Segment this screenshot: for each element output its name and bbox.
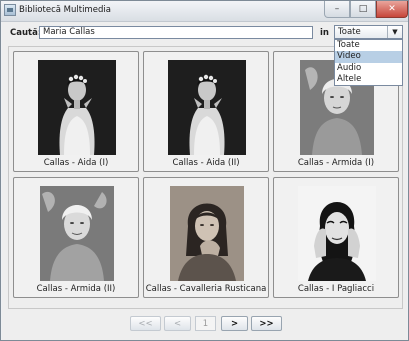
- scope-select-value: Toate: [338, 27, 361, 37]
- scope-select[interactable]: Toate ▼: [334, 25, 403, 39]
- media-thumbnail: [40, 186, 114, 281]
- minimize-button[interactable]: –: [324, 1, 350, 18]
- media-item[interactable]: Callas - Aida (I): [13, 51, 139, 172]
- current-page-indicator: 1: [195, 316, 216, 331]
- media-item[interactable]: Callas - Armida (II): [13, 177, 139, 298]
- media-thumbnail: [298, 186, 376, 281]
- next-page-button[interactable]: >: [221, 316, 248, 331]
- media-item-caption: Callas - Cavalleria Rusticana: [145, 284, 267, 294]
- main-panel: Caută: Maria Callas in Toate ▼ Toate Vid…: [2, 22, 407, 340]
- media-item-caption: Callas - Armida (I): [297, 158, 375, 168]
- last-page-button[interactable]: >>: [251, 316, 282, 331]
- media-item[interactable]: Callas - Aida (II): [143, 51, 269, 172]
- media-item-caption: Callas - I Pagliacci: [297, 284, 375, 294]
- scope-label: in: [320, 28, 329, 38]
- first-page-button[interactable]: <<: [130, 316, 161, 331]
- scope-option-audio[interactable]: Audio: [335, 63, 402, 74]
- media-item-caption: Callas - Aida (I): [43, 158, 109, 168]
- scope-dropdown-list: Toate Video Audio Altele: [334, 39, 403, 86]
- media-item-caption: Callas - Armida (II): [36, 284, 116, 294]
- title-bar[interactable]: Bibliotecă Multimedia – □ ✕: [1, 1, 408, 22]
- maximize-button[interactable]: □: [350, 1, 376, 18]
- scope-option-toate[interactable]: Toate: [335, 40, 402, 51]
- chevron-down-icon[interactable]: ▼: [387, 26, 402, 38]
- media-item[interactable]: Callas - Cavalleria Rusticana: [143, 177, 269, 298]
- media-item-caption: Callas - Aida (II): [172, 158, 240, 168]
- window-title: Bibliotecă Multimedia: [19, 5, 111, 15]
- media-thumbnail: [168, 60, 246, 155]
- app-icon: [4, 4, 16, 16]
- scope-option-video[interactable]: Video: [335, 51, 402, 63]
- previous-page-button[interactable]: <: [164, 316, 191, 331]
- scope-option-altele[interactable]: Altele: [335, 74, 402, 85]
- media-thumbnail: [38, 60, 116, 155]
- application-window: Bibliotecă Multimedia – □ ✕ Caută: Maria…: [0, 0, 409, 341]
- media-thumbnail: [170, 186, 244, 281]
- close-button[interactable]: ✕: [376, 1, 408, 18]
- media-item[interactable]: Callas - I Pagliacci: [273, 177, 399, 298]
- search-label: Caută:: [10, 28, 42, 38]
- search-input[interactable]: Maria Callas: [39, 26, 313, 39]
